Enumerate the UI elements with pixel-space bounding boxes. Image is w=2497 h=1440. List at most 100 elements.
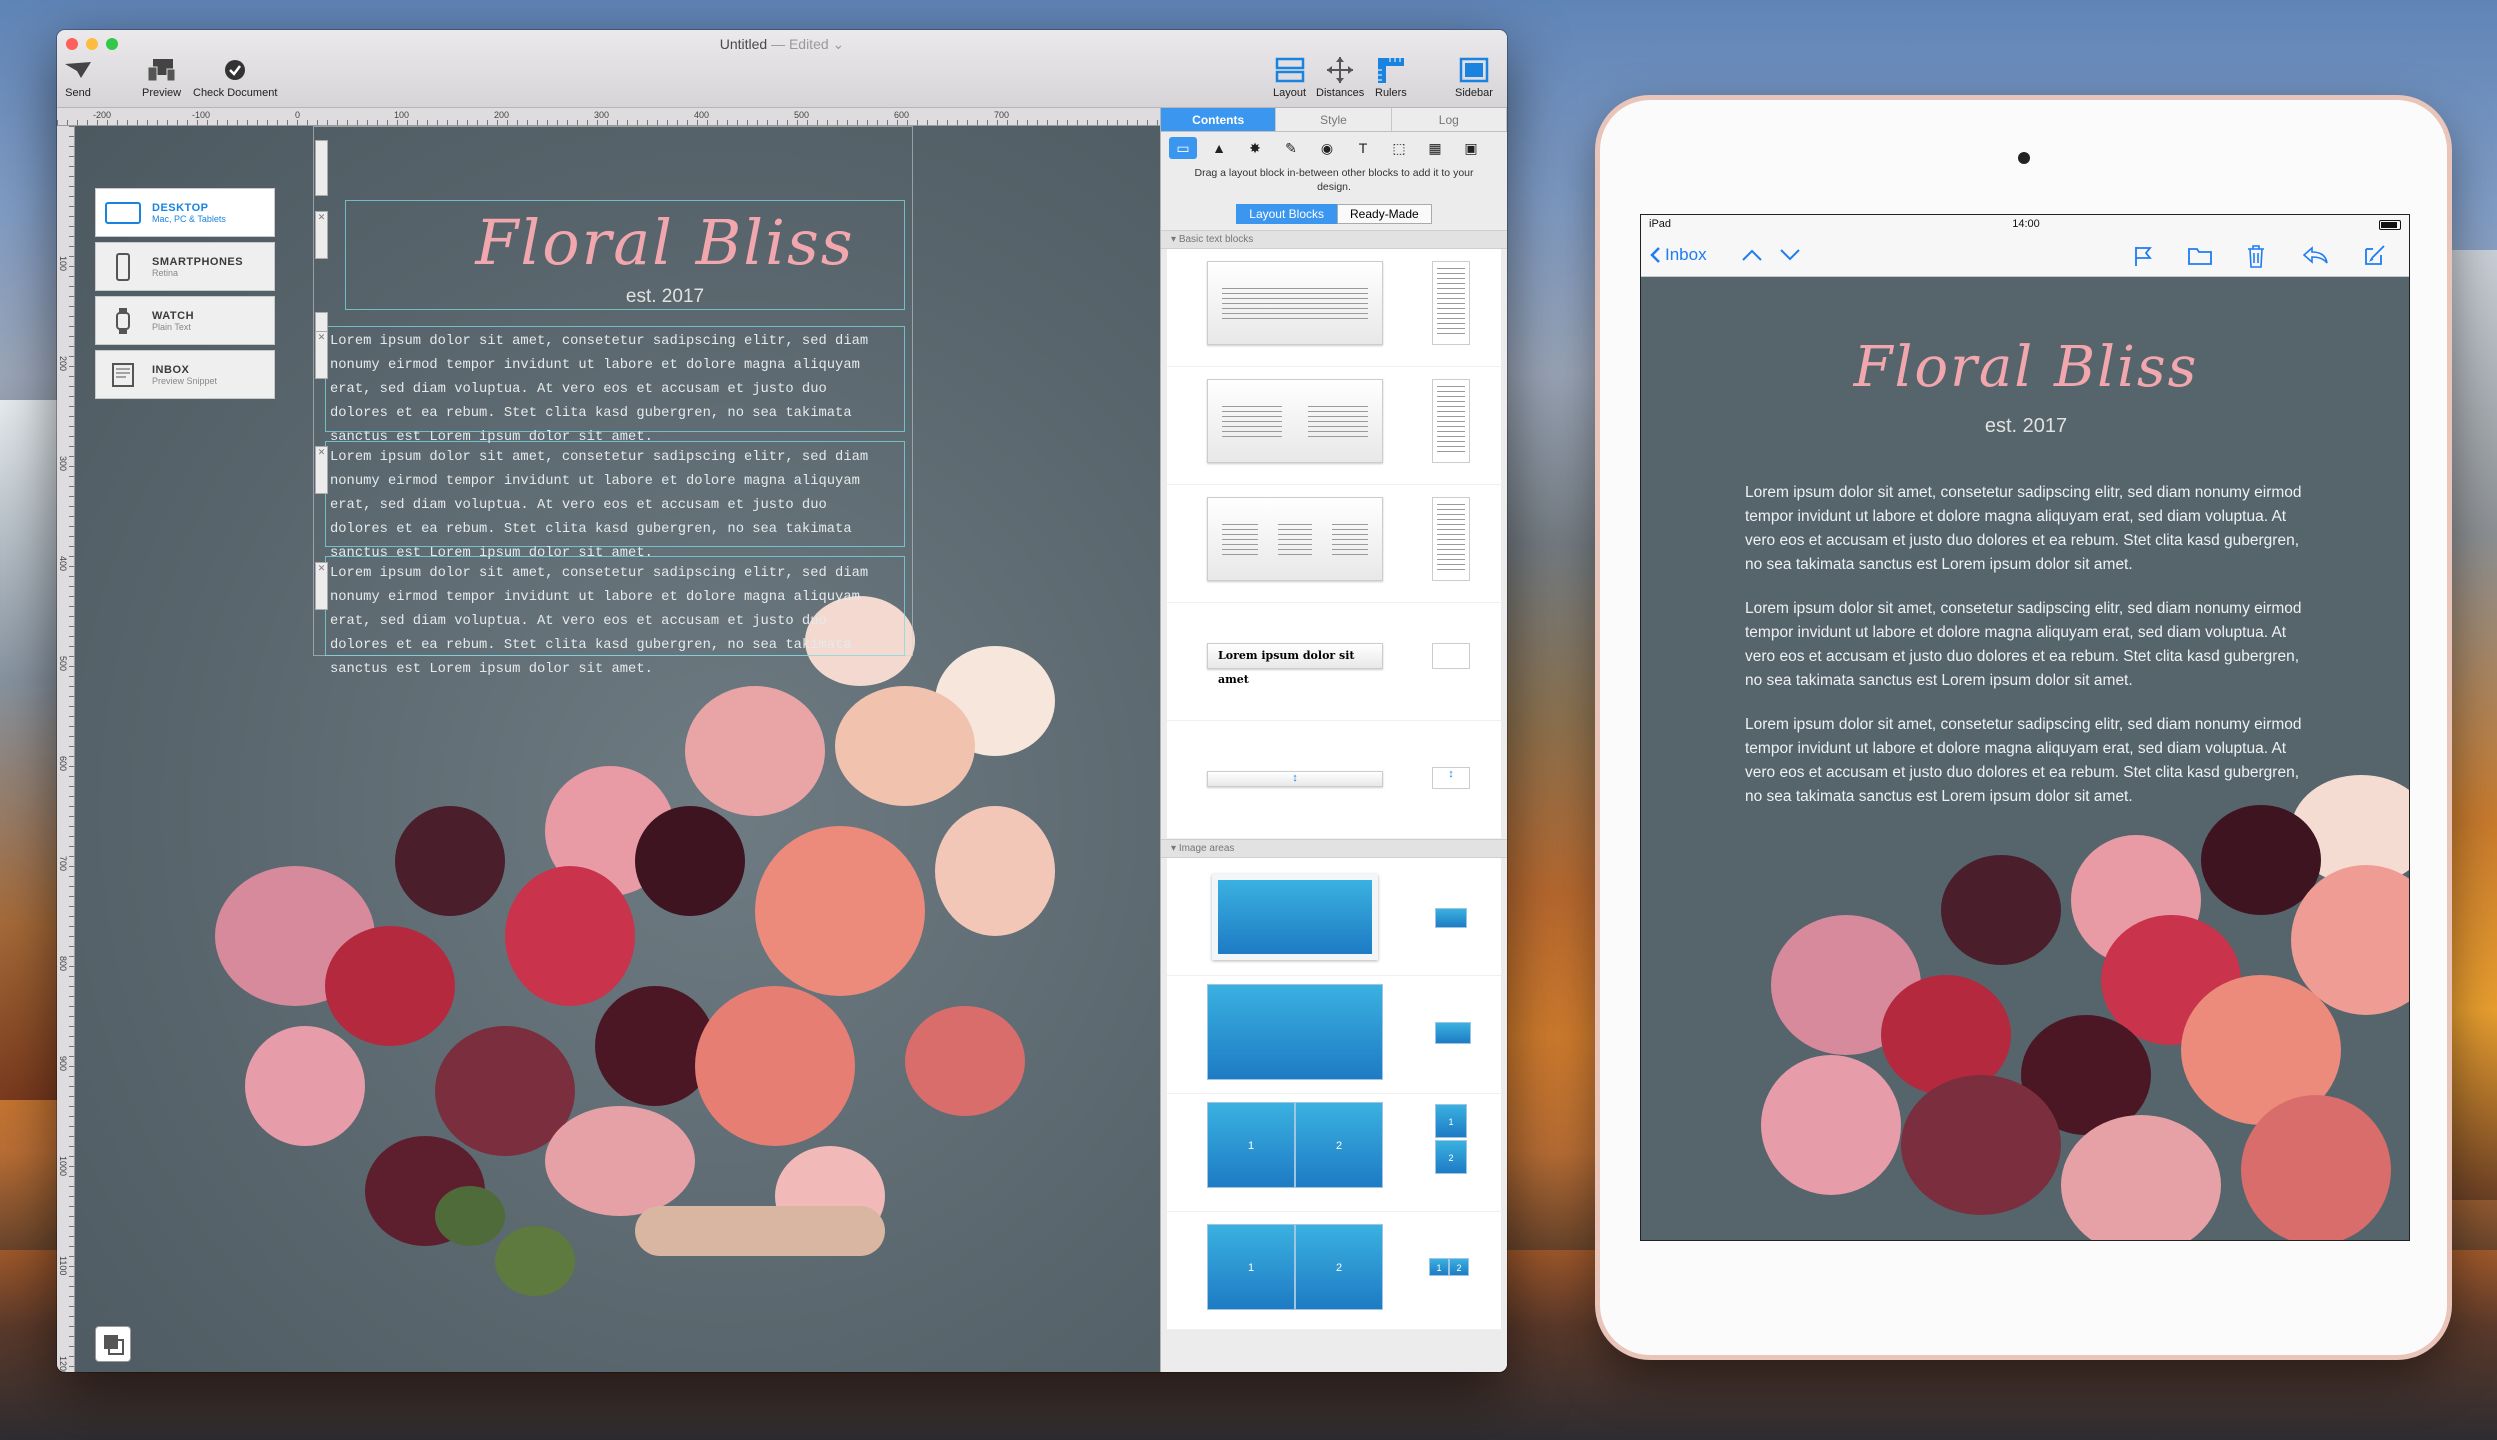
checkmark-icon bbox=[223, 56, 247, 84]
device-desktop[interactable]: DESKTOP Mac, PC & Tablets bbox=[95, 188, 275, 237]
battery-icon bbox=[2379, 220, 2401, 230]
image-icon[interactable]: ▣ bbox=[1457, 137, 1485, 159]
block-three-column[interactable] bbox=[1167, 485, 1501, 603]
watch-icon bbox=[116, 307, 130, 334]
image-slot-label: 2 bbox=[1295, 1224, 1383, 1310]
tab-contents[interactable]: Contents bbox=[1161, 108, 1277, 131]
block-heading[interactable]: Lorem ipsum dolor sit amet bbox=[1167, 603, 1501, 721]
block-handle[interactable]: ✕ bbox=[315, 446, 328, 494]
chevron-down-icon[interactable] bbox=[1779, 247, 1801, 263]
block-spacer[interactable]: ↕ ↕ bbox=[1167, 721, 1501, 839]
window-toolbar: Untitled — Edited ⌄ Send Preview Check D… bbox=[57, 30, 1507, 108]
section-header-images[interactable]: ▾ Image areas bbox=[1161, 839, 1507, 858]
sidebar-button[interactable]: Sidebar bbox=[1455, 56, 1493, 99]
flag-icon[interactable] bbox=[2133, 245, 2153, 267]
block-two-column[interactable] bbox=[1167, 367, 1501, 485]
device-watch[interactable]: WATCH Plain Text bbox=[95, 296, 275, 345]
trash-icon[interactable] bbox=[2245, 243, 2267, 269]
triangle-icon[interactable]: ▲ bbox=[1205, 137, 1233, 159]
section-label: Basic text blocks bbox=[1178, 234, 1254, 245]
image-block-two-column-alt[interactable]: 1 2 1 2 bbox=[1167, 1212, 1501, 1330]
ruler-tick-label: 300 bbox=[58, 456, 68, 472]
design-canvas[interactable]: DESKTOP Mac, PC & Tablets SMARTPHONES Reti… bbox=[75, 126, 1160, 1372]
text-blocks-list: Lorem ipsum dolor sit amet ↕ ↕ bbox=[1167, 249, 1501, 839]
ruler-tick-label: 0 bbox=[295, 110, 301, 120]
sidebar-tabs: Contents Style Log bbox=[1161, 108, 1507, 132]
preview-label: Preview bbox=[142, 87, 182, 99]
camera-dot bbox=[2018, 152, 2030, 164]
clock-label: 14:00 bbox=[2012, 218, 2040, 230]
section-label: Image areas bbox=[1178, 843, 1235, 854]
block-handle[interactable]: ✕ bbox=[315, 211, 328, 259]
folder-icon[interactable] bbox=[2187, 245, 2213, 267]
ipad-email-paragraph-1: Lorem ipsum dolor sit amet, consetetur s… bbox=[1745, 484, 2302, 573]
image-block-two-column[interactable]: 1 2 1 2 bbox=[1167, 1094, 1501, 1212]
grid-icon[interactable]: ▦ bbox=[1421, 137, 1449, 159]
distances-icon bbox=[1325, 56, 1355, 84]
right-sidebar: Contents Style Log ▭ ▲ ✸ ✎ ◉ T ⬚ ▦ ▣ Dra… bbox=[1160, 108, 1507, 1372]
device-label: INBOX bbox=[152, 363, 190, 376]
back-to-inbox-button[interactable]: Inbox bbox=[1649, 245, 1707, 265]
monitor-icon bbox=[105, 201, 141, 224]
image-slot-label: 1 bbox=[1429, 1258, 1449, 1276]
camera-icon[interactable]: ◉ bbox=[1313, 137, 1341, 159]
ipad-email-paragraph-2: Lorem ipsum dolor sit amet, consetetur s… bbox=[1745, 600, 2302, 689]
ipad-device-frame: iPad 14:00 Inbox Floral Bliss est. 2017 … bbox=[1600, 100, 2447, 1355]
tab-log[interactable]: Log bbox=[1392, 108, 1507, 131]
vertical-ruler[interactable]: 100 200 300 400 500 600 700 800 900 1000… bbox=[57, 126, 75, 1372]
image-slot-label: 1 bbox=[1207, 1102, 1295, 1188]
preview-button[interactable]: Preview bbox=[142, 56, 181, 99]
email-paragraph-3[interactable]: Lorem ipsum dolor sit amet, consetetur s… bbox=[330, 562, 890, 682]
image-slot-label: 2 bbox=[1435, 1140, 1467, 1174]
layers-icon bbox=[104, 1335, 124, 1355]
devices-icon bbox=[147, 56, 177, 84]
horizontal-ruler[interactable]: -200 -100 0 100 200 300 400 500 600 700 bbox=[57, 108, 1160, 126]
rulers-button[interactable]: Rulers bbox=[1375, 56, 1407, 99]
ruler-tick-label: -100 bbox=[192, 110, 211, 120]
chevron-up-icon[interactable] bbox=[1741, 247, 1763, 263]
ready-made-segment[interactable]: Ready-Made bbox=[1337, 204, 1432, 224]
selection-icon[interactable]: ⬚ bbox=[1385, 137, 1413, 159]
email-paragraph-1[interactable]: Lorem ipsum dolor sit amet, consetetur s… bbox=[330, 330, 890, 450]
gear-icon[interactable]: ✸ bbox=[1241, 137, 1269, 159]
pen-icon[interactable]: ✎ bbox=[1277, 137, 1305, 159]
device-sub: Retina bbox=[152, 267, 179, 278]
reply-icon[interactable] bbox=[2301, 245, 2329, 265]
image-block-wide[interactable] bbox=[1167, 976, 1501, 1094]
device-sub: Mac, PC & Tablets bbox=[152, 213, 226, 224]
ruler-tick-label: 600 bbox=[894, 110, 910, 120]
ipad-email-est: est. 2017 bbox=[1984, 415, 2068, 437]
canvas-mode-button[interactable] bbox=[95, 1326, 131, 1362]
layout-blocks-segment[interactable]: Layout Blocks bbox=[1236, 204, 1337, 224]
device-inbox[interactable]: INBOX Preview Snippet bbox=[95, 350, 275, 399]
distances-label: Distances bbox=[1316, 87, 1365, 99]
rulers-label: Rulers bbox=[1375, 87, 1407, 99]
section-header-text[interactable]: ▾ Basic text blocks bbox=[1161, 230, 1507, 249]
ruler-tick-label: 500 bbox=[794, 110, 810, 120]
ruler-tick-label: 400 bbox=[694, 110, 710, 120]
check-document-button[interactable]: Check Document bbox=[193, 56, 277, 99]
ruler-tick-label: 700 bbox=[994, 110, 1010, 120]
block-handle[interactable]: ✕ bbox=[315, 562, 328, 610]
layout-block-icon[interactable]: ▭ bbox=[1169, 137, 1197, 159]
device-smartphones[interactable]: SMARTPHONES Retina bbox=[95, 242, 275, 291]
email-paragraph-2[interactable]: Lorem ipsum dolor sit amet, consetetur s… bbox=[330, 446, 890, 566]
layout-button[interactable]: Layout bbox=[1273, 56, 1306, 99]
distances-button[interactable]: Distances bbox=[1316, 56, 1364, 99]
edited-indicator[interactable]: — Edited ⌄ bbox=[771, 36, 844, 52]
block-one-column[interactable] bbox=[1167, 249, 1501, 367]
block-handle[interactable] bbox=[315, 140, 328, 196]
chevron-left-icon bbox=[1650, 247, 1660, 263]
text-icon[interactable]: T bbox=[1349, 137, 1377, 159]
compose-icon[interactable] bbox=[2363, 243, 2387, 267]
heading-block-preview: Lorem ipsum dolor sit amet bbox=[1207, 643, 1383, 686]
send-button[interactable]: Send bbox=[63, 56, 93, 99]
block-handle[interactable]: ✕ bbox=[315, 331, 328, 379]
ruler-tick-label: 1000 bbox=[58, 1156, 68, 1177]
device-label: DESKTOP bbox=[152, 201, 209, 214]
image-block-single[interactable] bbox=[1167, 858, 1501, 976]
block-source-toggle: Layout Blocks Ready-Made bbox=[1161, 204, 1507, 224]
image-slot-label: 2 bbox=[1449, 1258, 1469, 1276]
ruler-tick-label: 400 bbox=[58, 556, 68, 572]
tab-style[interactable]: Style bbox=[1276, 108, 1392, 131]
